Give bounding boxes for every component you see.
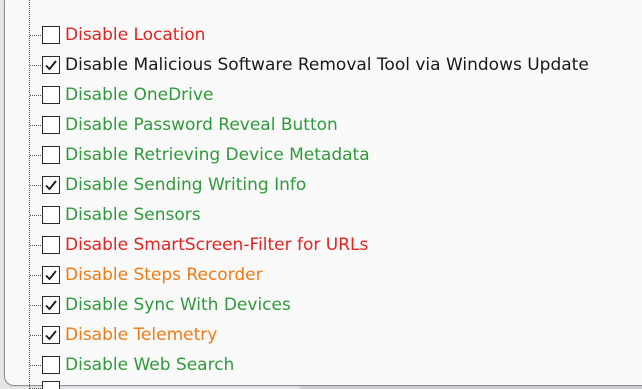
option-checkbox[interactable] (42, 176, 60, 194)
tree-branch (30, 245, 41, 246)
tree-branch (30, 305, 41, 306)
option-label[interactable]: Disable Sync With Devices (65, 293, 291, 317)
option-checkbox[interactable] (42, 146, 60, 164)
option-checkbox[interactable] (42, 206, 60, 224)
check-icon (45, 330, 57, 341)
tree-branch (30, 365, 41, 366)
tree-branch (30, 95, 41, 96)
tree-branch (30, 275, 41, 276)
list-item[interactable]: Disable Sensors (0, 200, 642, 230)
list-item[interactable]: Disable SmartScreen-Filter for URLs (0, 230, 642, 260)
option-checkbox[interactable] (42, 236, 60, 254)
tree-branch (30, 215, 41, 216)
option-label[interactable]: Disable Sensors (65, 203, 201, 227)
option-checkbox[interactable] (42, 86, 60, 104)
tree-branch (30, 35, 41, 36)
option-checkbox-partial[interactable] (42, 381, 60, 389)
list-item[interactable]: Disable Sync With Devices (0, 290, 642, 320)
tree-branch (30, 185, 41, 186)
check-icon (45, 270, 57, 281)
option-checkbox[interactable] (42, 56, 60, 74)
option-label[interactable]: Disable Sending Writing Info (65, 173, 306, 197)
option-checkbox[interactable] (42, 266, 60, 284)
list-item[interactable]: Disable Location (0, 20, 642, 50)
option-label[interactable]: Disable Retrieving Device Metadata (65, 143, 370, 167)
list-item[interactable]: Disable Telemetry (0, 320, 642, 350)
option-checkbox[interactable] (42, 326, 60, 344)
option-label[interactable]: Disable Location (65, 23, 205, 47)
options-list: Disable Location Disable Malicious Softw… (0, 20, 642, 380)
option-label[interactable]: Disable Malicious Software Removal Tool … (65, 53, 589, 77)
option-checkbox[interactable] (42, 26, 60, 44)
option-checkbox[interactable] (42, 296, 60, 314)
list-item[interactable]: Disable Retrieving Device Metadata (0, 140, 642, 170)
list-item[interactable]: Disable Sending Writing Info (0, 170, 642, 200)
option-label[interactable]: Disable Password Reveal Button (65, 113, 338, 137)
check-icon (45, 180, 57, 191)
tree-branch (30, 155, 41, 156)
list-item[interactable]: Disable Malicious Software Removal Tool … (0, 50, 642, 80)
option-label[interactable]: Disable Telemetry (65, 323, 217, 347)
option-label[interactable]: Disable Web Search (65, 353, 234, 377)
option-checkbox[interactable] (42, 356, 60, 374)
option-label[interactable]: Disable SmartScreen-Filter for URLs (65, 233, 368, 257)
option-checkbox[interactable] (42, 116, 60, 134)
tree-branch (30, 335, 41, 336)
list-item[interactable]: Disable OneDrive (0, 80, 642, 110)
check-icon (45, 300, 57, 311)
option-label[interactable]: Disable OneDrive (65, 83, 213, 107)
list-item[interactable]: Disable Password Reveal Button (0, 110, 642, 140)
option-label[interactable]: Disable Steps Recorder (65, 263, 263, 287)
list-item[interactable]: Disable Steps Recorder (0, 260, 642, 290)
tree-branch (30, 125, 41, 126)
check-icon (45, 60, 57, 71)
tree-branch (30, 65, 41, 66)
list-item[interactable]: Disable Web Search (0, 350, 642, 380)
